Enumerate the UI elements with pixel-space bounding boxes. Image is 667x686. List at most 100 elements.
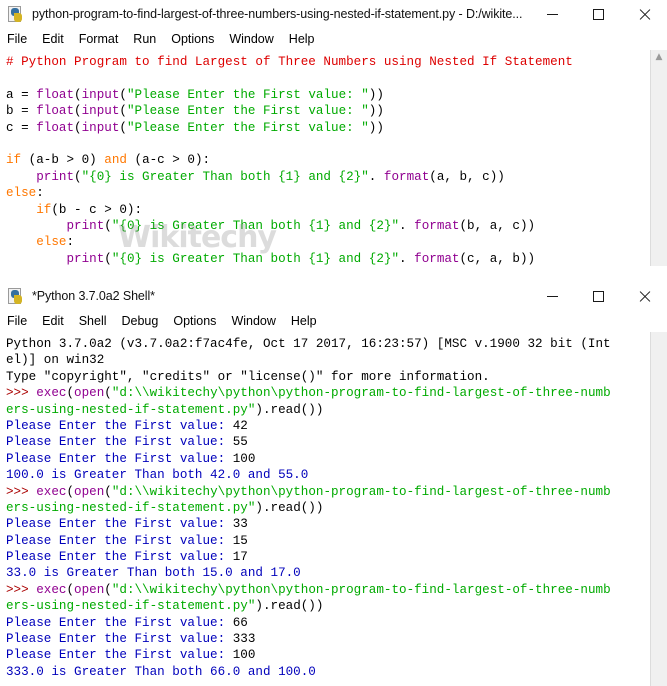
token-plain: 42 [232, 418, 248, 433]
menu-run[interactable]: Run [133, 32, 164, 46]
close-icon [638, 8, 651, 21]
token-plain: ( [74, 104, 82, 119]
close-button[interactable] [621, 0, 667, 28]
token-prompt: >>> [6, 386, 37, 401]
shell-line: ers-using-nested-if-statement.py").read(… [6, 598, 650, 614]
token-builtin: print [36, 169, 75, 184]
token-output: 100.0 is Greater Than both 42.0 and 55.0 [6, 468, 309, 483]
menu-debug[interactable]: Debug [122, 314, 167, 328]
shell-line: ers-using-nested-if-statement.py").read(… [6, 402, 650, 418]
shell-window: *Python 3.7.0a2 Shell* File Edit Shell Debu… [0, 282, 667, 686]
shell-line: Please Enter the First value: 15 [6, 533, 650, 549]
shell-line: Please Enter the First value: 55 [6, 434, 650, 450]
token-plain: (a, b, c)) [429, 169, 505, 184]
token-banner: el)] on win32 [6, 353, 105, 368]
token-plain: ( [74, 87, 82, 102]
token-output: Please Enter the First value: [6, 451, 233, 466]
maximize-button[interactable] [575, 282, 621, 310]
menu-format[interactable]: Format [79, 32, 127, 46]
token-builtin: input [81, 120, 120, 135]
shell-text-area[interactable]: Python 3.7.0a2 (v3.7.0a2:f7ac4fe, Oct 17… [0, 332, 667, 686]
token-keyword: and [104, 153, 127, 168]
token-prompt: >>> [6, 484, 37, 499]
token-keyword: if [36, 202, 52, 217]
menu-help[interactable]: Help [289, 32, 323, 46]
menu-help[interactable]: Help [291, 314, 325, 328]
token-output: Please Enter the First value: [6, 648, 233, 663]
maximize-icon [592, 290, 604, 302]
token-plain: ( [119, 104, 127, 119]
menu-edit[interactable]: Edit [42, 32, 72, 46]
menu-edit[interactable]: Edit [42, 314, 72, 328]
token-plain: ( [74, 120, 82, 135]
shell-line: ers-using-nested-if-statement.py").read(… [6, 500, 650, 516]
token-comment: # Python Program to find Largest of Thre… [6, 55, 573, 69]
shell-line: Please Enter the First value: 33 [6, 516, 650, 532]
menu-file[interactable]: File [7, 32, 35, 46]
token-string: ers-using-nested-if-statement.py" [6, 599, 256, 614]
token-string: ers-using-nested-if-statement.py" [6, 500, 256, 515]
shell-line: Type "copyright", "credits" or "license(… [6, 369, 650, 385]
token-plain: (c, a, b)) [459, 251, 536, 266]
token-plain: ( [104, 484, 112, 499]
token-prompt: >>> [6, 582, 37, 597]
token-builtin: format [383, 169, 430, 184]
shell-line: 333.0 is Greater Than both 66.0 and 100.… [6, 664, 650, 680]
scroll-up-icon[interactable]: ▲ [651, 50, 667, 65]
shell-titlebar[interactable]: *Python 3.7.0a2 Shell* [0, 282, 667, 310]
python-idle-icon [8, 287, 25, 305]
maximize-button[interactable] [575, 0, 621, 28]
editor-horizontal-scrollbar[interactable] [0, 266, 667, 281]
code-line: print("{0} is Greater Than both {1} and … [6, 169, 650, 185]
minimize-button[interactable] [529, 282, 575, 310]
token-plain: (b, a, c)) [459, 218, 536, 233]
token-plain: 100 [232, 648, 256, 663]
close-button[interactable] [621, 282, 667, 310]
code-line: b = float(input("Please Enter the First … [6, 103, 650, 119]
token-output: Please Enter the First value: [6, 550, 233, 565]
shell-line: >>> exec(open("d:\\wikitechy\python\pyth… [6, 484, 650, 500]
token-plain: 33 [232, 517, 248, 532]
token-string: "d:\\wikitechy\python\python-program-to-… [111, 484, 611, 499]
token-string: "{0} is Greater Than both {1} and {2}" [111, 218, 400, 233]
token-plain: ( [104, 251, 112, 266]
menu-options[interactable]: Options [173, 314, 224, 328]
code-line: c = float(input("Please Enter the First … [6, 120, 650, 136]
shell-line: Please Enter the First value: 42 [6, 418, 650, 434]
editor-scroll-thumb[interactable] [652, 65, 666, 261]
editor-text-area[interactable]: # Python Program to find Largest of Thre… [0, 50, 667, 281]
minimize-icon [546, 13, 558, 15]
shell-line: Please Enter the First value: 100 [6, 451, 650, 467]
token-plain: 15 [232, 533, 248, 548]
token-plain: b = [6, 104, 37, 119]
editor-titlebar[interactable]: python-program-to-find-largest-of-three-… [0, 0, 667, 28]
token-plain: . [399, 251, 415, 266]
token-builtin: open [74, 386, 105, 401]
editor-vertical-scrollbar[interactable]: ▲ ▼ [650, 50, 667, 281]
token-output: Please Enter the First value: [6, 517, 233, 532]
shell-scroll-thumb[interactable] [652, 332, 666, 686]
menu-options[interactable]: Options [171, 32, 222, 46]
menu-window[interactable]: Window [229, 32, 281, 46]
menu-window[interactable]: Window [231, 314, 283, 328]
close-icon [638, 290, 651, 303]
menu-shell[interactable]: Shell [79, 314, 115, 328]
code-line: if(b - c > 0): [6, 202, 650, 218]
minimize-button[interactable] [529, 0, 575, 28]
shell-line: Please Enter the First value: 66 [6, 615, 650, 631]
shell-line: Please Enter the First value: 333 [6, 631, 650, 647]
shell-vertical-scrollbar[interactable] [650, 332, 667, 686]
token-plain: 100 [232, 451, 256, 466]
code-line: if (a-b > 0) and (a-c > 0): [6, 152, 650, 168]
token-plain: a = [6, 87, 37, 102]
token-plain: )) [368, 120, 384, 135]
token-output: 33.0 is Greater Than both 15.0 and 17.0 [6, 566, 301, 581]
token-builtin: float [36, 120, 75, 135]
token-builtin: format [414, 251, 460, 266]
editor-window-title: python-program-to-find-largest-of-three-… [32, 7, 523, 21]
shell-line: >>> exec(open("d:\\wikitechy\python\pyth… [6, 385, 650, 401]
menu-file[interactable]: File [7, 314, 35, 328]
